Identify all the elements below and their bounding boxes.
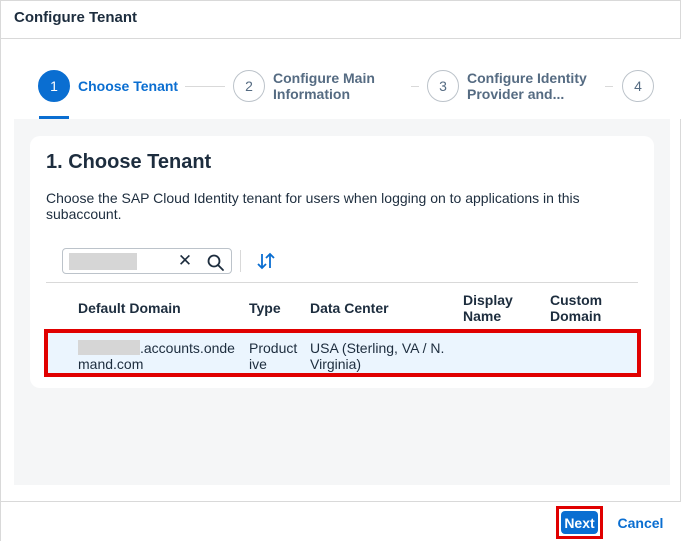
step-label-3: Configure Identity Provider and... xyxy=(467,70,587,102)
column-header-data-center[interactable]: Data Center xyxy=(310,300,389,316)
column-header-display-name[interactable]: Display Name xyxy=(463,292,543,324)
step-label-1: Choose Tenant xyxy=(78,78,179,94)
wizard-step-2[interactable]: 2 Configure Main Information xyxy=(233,70,375,102)
wizard-progress-bar: 1 Choose Tenant 2 Configure Main Informa… xyxy=(1,39,681,119)
choose-tenant-card: 1. Choose Tenant Choose the SAP Cloud Id… xyxy=(30,136,654,388)
step-number-1: 1 xyxy=(38,70,70,102)
configure-tenant-dialog: Configure Tenant 1 Choose Tenant 2 Confi… xyxy=(0,0,681,541)
search-input[interactable]: ✕ xyxy=(62,248,232,274)
cell-data-center: USA (Sterling, VA / N. Virginia) xyxy=(310,340,445,372)
step-label-2: Configure Main Information xyxy=(273,70,375,102)
cell-type: Productive xyxy=(249,340,298,372)
step-separator xyxy=(411,86,419,87)
wizard-step-1[interactable]: 1 Choose Tenant xyxy=(38,70,178,102)
toolbar-divider xyxy=(240,250,241,272)
column-header-default-domain[interactable]: Default Domain xyxy=(78,300,181,316)
section-title: 1. Choose Tenant xyxy=(46,151,212,173)
dialog-header: Configure Tenant xyxy=(1,1,681,39)
wizard-step-4[interactable]: 4 xyxy=(622,70,654,102)
wizard-step-3[interactable]: 3 Configure Identity Provider and... xyxy=(427,70,587,102)
section-description: Choose the SAP Cloud Identity tenant for… xyxy=(46,190,580,222)
step-separator xyxy=(185,86,225,87)
table-row[interactable]: .accounts.onde mand.com Productive USA (… xyxy=(46,332,638,376)
column-header-type[interactable]: Type xyxy=(249,300,281,316)
cell-default-domain: .accounts.onde mand.com xyxy=(78,340,235,372)
close-icon[interactable]: ✕ xyxy=(175,251,195,271)
search-value-redacted xyxy=(69,253,137,270)
sort-icon[interactable] xyxy=(254,248,278,274)
search-icon[interactable] xyxy=(205,251,227,273)
redacted-text xyxy=(78,340,140,355)
step-number-3: 3 xyxy=(427,70,459,102)
step-separator xyxy=(605,86,613,87)
table-divider xyxy=(46,282,638,283)
step-number-2: 2 xyxy=(233,70,265,102)
cancel-button[interactable]: Cancel xyxy=(613,511,668,534)
step-number-4: 4 xyxy=(622,70,654,102)
column-header-custom-domain[interactable]: Custom Domain xyxy=(550,292,630,324)
dialog-title: Configure Tenant xyxy=(14,9,138,26)
next-button[interactable]: Next xyxy=(561,511,598,534)
